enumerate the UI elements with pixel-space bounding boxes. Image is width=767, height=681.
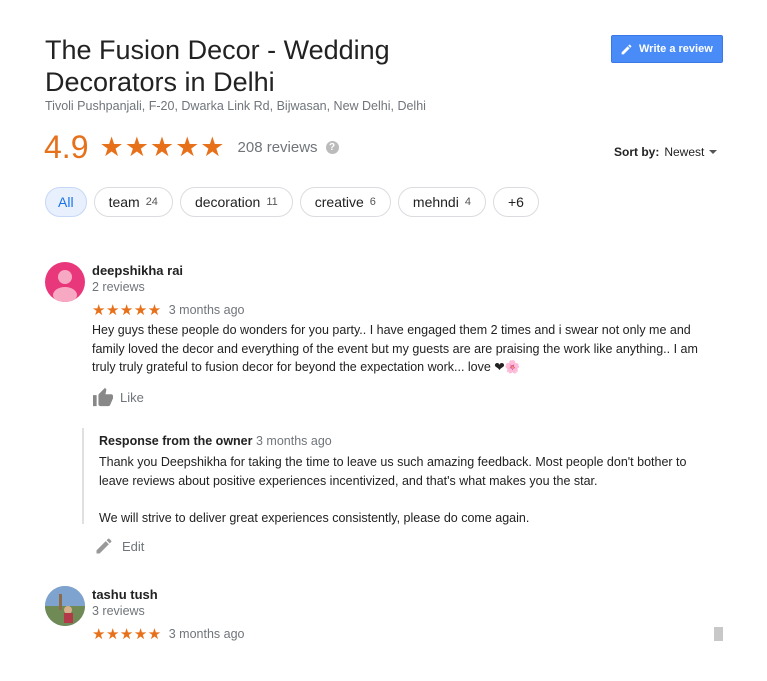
pencil-icon — [621, 44, 632, 54]
response-header: Response from the owner 3 months ago — [99, 434, 332, 448]
chip-creative[interactable]: creative 6 — [299, 187, 391, 217]
response-heading: Response from the owner — [99, 434, 253, 448]
write-review-button[interactable]: Write a review — [611, 35, 723, 63]
review-rating: ★★★★★ 3 months ago — [92, 625, 245, 643]
sort-dropdown[interactable]: Sort by: Newest — [614, 145, 718, 159]
chip-label: team — [108, 194, 140, 210]
chip-label: All — [58, 194, 74, 210]
sort-value: Newest — [664, 145, 705, 159]
person-avatar-icon — [53, 270, 77, 302]
avatar[interactable] — [45, 586, 85, 626]
chip-more[interactable]: +6 — [492, 187, 539, 217]
thumbs-up-icon — [93, 387, 113, 407]
review-stars: ★★★★★ — [92, 626, 162, 643]
rating-value: 4.9 — [44, 128, 89, 165]
caret-down-icon — [709, 150, 718, 154]
rating-summary: 4.9 ★★★★★ 208 reviews ? — [44, 128, 339, 166]
review-date: 3 months ago — [168, 303, 245, 317]
review-rating: ★★★★★ 3 months ago — [92, 301, 245, 319]
chip-all[interactable]: All — [45, 187, 87, 217]
edit-response-button[interactable]: Edit — [94, 536, 144, 556]
chip-team[interactable]: team 24 — [93, 187, 173, 217]
chip-count: 11 — [266, 196, 278, 208]
chip-count: 24 — [145, 196, 158, 208]
response-date: 3 months ago — [255, 434, 332, 448]
owner-response: Response from the owner 3 months ago Tha… — [82, 428, 714, 527]
review-stars: ★★★★★ — [92, 302, 162, 319]
chip-label: +6 — [507, 194, 524, 210]
response-paragraph: We will strive to deliver great experien… — [99, 510, 530, 525]
sort-label: Sort by: — [614, 145, 660, 159]
response-text: Thank you Deepshikha for taking the time… — [99, 453, 709, 527]
scrollbar-thumb[interactable] — [714, 627, 723, 641]
chip-count: 4 — [464, 196, 471, 208]
avatar[interactable] — [45, 262, 85, 302]
like-label: Like — [120, 389, 144, 405]
chip-decoration[interactable]: decoration 11 — [179, 187, 293, 217]
like-button[interactable]: Like — [92, 387, 144, 407]
write-review-label: Write a review — [639, 43, 713, 55]
review-text: Hey guys these people do wonders for you… — [92, 323, 698, 374]
reviewer-name[interactable]: deepshikha rai — [92, 263, 183, 278]
business-address: Tivoli Pushpanjali, F-20, Dwarka Link Rd… — [45, 99, 426, 113]
reviewer-review-count[interactable]: 3 reviews — [92, 604, 145, 618]
chip-label: mehndi — [412, 194, 459, 210]
edit-pencil-icon — [96, 538, 112, 554]
review-date: 3 months ago — [168, 627, 245, 641]
help-icon[interactable]: ? — [325, 140, 339, 154]
profile-photo-icon — [45, 586, 85, 626]
chip-label: decoration — [194, 194, 261, 210]
chip-label: creative — [314, 194, 364, 210]
response-paragraph: Thank you Deepshikha for taking the time… — [99, 455, 687, 488]
page-title: The Fusion Decor - Wedding Decorators in… — [45, 35, 390, 97]
chip-mehndi[interactable]: mehndi 4 — [397, 187, 486, 217]
reviewer-review-count[interactable]: 2 reviews — [92, 280, 145, 294]
rating-stars: ★★★★★ — [99, 131, 226, 162]
edit-label: Edit — [122, 538, 145, 554]
chip-count: 6 — [369, 196, 376, 208]
topic-filter-chips: All team 24 decoration 11 creative 6 meh… — [45, 187, 539, 217]
reviewer-name[interactable]: tashu tush — [92, 587, 158, 602]
review-count[interactable]: 208 reviews — [238, 139, 318, 156]
